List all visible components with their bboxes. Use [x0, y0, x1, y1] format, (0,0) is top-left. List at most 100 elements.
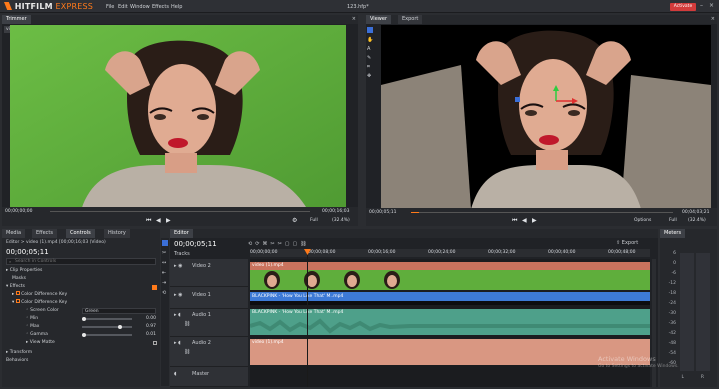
visibility-icon[interactable]: ▸ ◉ — [174, 292, 182, 298]
tracks-label: Tracks — [174, 251, 190, 257]
crop-tool-icon[interactable]: ⌗ — [367, 64, 370, 70]
menu-effects[interactable]: Effects — [152, 4, 169, 10]
visibility-icon[interactable]: ▸ ◉ — [174, 263, 182, 269]
ruler-tick: 00;00;08;00 — [308, 250, 336, 255]
min-slider[interactable] — [82, 318, 132, 320]
viewer-time-end: 00;04;03;21 — [682, 210, 710, 215]
trimmer-time-end: 00;00;16;03 — [322, 209, 350, 214]
gamma-label: ◦ Gamma — [26, 332, 48, 337]
max-value[interactable]: 0.97 — [146, 323, 156, 331]
screen-color-select[interactable]: Green — [82, 308, 156, 314]
slip-tool-icon[interactable]: ↔ — [162, 260, 166, 266]
select-tool-icon[interactable] — [367, 27, 373, 33]
effects-row[interactable]: ▾ Effects — [6, 283, 25, 291]
link-icon[interactable]: ⛓ — [184, 321, 190, 327]
rate-tool-icon[interactable]: ⟲ — [162, 290, 166, 296]
title-bar: HITFILM EXPRESS File Edit Window Effects… — [0, 0, 719, 13]
keyframe-icon[interactable] — [152, 285, 157, 290]
waveform-image — [250, 318, 650, 334]
frame-back-icon[interactable]: ◀ — [522, 217, 527, 224]
select-tool-icon[interactable] — [162, 240, 168, 246]
transform-row[interactable]: ▸ Transform — [6, 349, 32, 357]
tab-effects[interactable]: Effects — [32, 229, 57, 238]
meter-label: -12 — [668, 281, 676, 286]
max-slider[interactable] — [82, 326, 132, 328]
menu-edit[interactable]: Edit — [118, 4, 128, 10]
settings-icon[interactable]: ⚙ — [292, 217, 297, 224]
screen-color-label: ◦ Screen Color — [26, 308, 59, 313]
clip-properties-row[interactable]: ▸ Clip Properties — [6, 267, 42, 275]
editor-tabbar: Editor — [170, 229, 658, 238]
trimmer-scrubber[interactable] — [50, 211, 310, 212]
hand-tool-icon[interactable]: ✋ — [367, 37, 373, 43]
move-tool-icon[interactable]: ✥ — [367, 73, 371, 79]
trimmer-zoom[interactable]: Full — [310, 218, 318, 223]
meter-label: -18 — [668, 291, 676, 296]
trimmer-controls: ⏮ ◀ ▶ ⚙ Full (32.4%) — [2, 216, 358, 226]
meter-channel-l: L — [681, 375, 684, 380]
clip-video2[interactable]: video (1).mp4 — [250, 262, 650, 270]
play-icon[interactable]: ▶ — [166, 217, 171, 224]
search-input[interactable]: ⌕ Search in Controls — [6, 258, 156, 265]
color-diff-key-1[interactable]: ▸ Color Difference Key — [12, 291, 67, 299]
close-icon[interactable]: × — [709, 2, 714, 9]
panel-close-icon[interactable]: × — [352, 16, 356, 22]
min-slider-knob[interactable] — [82, 317, 86, 321]
tab-media[interactable]: Media — [2, 229, 26, 238]
editor-toolbar-icons[interactable]: ⟲⟳⌘✂✂▢▢⛓ — [248, 241, 310, 247]
menu-help[interactable]: Help — [171, 4, 182, 10]
color-diff-key-2[interactable]: ▾ Color Difference Key — [12, 299, 67, 307]
activate-button[interactable]: Activate — [670, 3, 696, 11]
link-icon[interactable]: ⛓ — [184, 349, 190, 355]
clip-video2-thumbs[interactable] — [250, 270, 650, 290]
meter-channel-r: R — [700, 375, 704, 380]
text-tool-icon[interactable]: A — [367, 46, 370, 52]
export-button[interactable]: ⇪ Export — [616, 240, 638, 246]
panel-close-icon[interactable]: × — [711, 16, 715, 22]
speaker-icon[interactable]: ◖ — [174, 371, 177, 377]
viewer-panel: Viewer Export × ✋ A ✎ ⌗ ✥ 00;00;05;11 00… — [366, 15, 717, 226]
menu-window[interactable]: Window — [130, 4, 150, 10]
step-back-icon[interactable]: ⏮ — [146, 217, 151, 225]
trimmer-zoom-pct: (32.4%) — [332, 218, 350, 223]
pen-tool-icon[interactable]: ✎ — [367, 55, 371, 61]
clip-audio1[interactable]: BLACKPINK - 'How You Like That' M..mp4 — [250, 309, 650, 317]
composited-image — [381, 25, 711, 209]
meter-bar-right — [696, 253, 710, 371]
gamma-slider-knob[interactable] — [82, 333, 86, 337]
slice-tool-icon[interactable]: ✂ — [162, 250, 166, 256]
track-header-video2: ▸ ◉ Video 2 — [170, 259, 248, 287]
tab-export[interactable]: Export — [398, 15, 423, 24]
breadcrumb: Editor > video (1).mp4 [00;00;16;03 (Vid… — [6, 240, 106, 245]
menu-file[interactable]: File — [106, 4, 114, 10]
viewer-scrubber[interactable] — [411, 212, 673, 213]
min-value[interactable]: 0.00 — [146, 315, 156, 323]
tab-trimmer[interactable]: Trimmer — [2, 15, 31, 24]
gamma-value[interactable]: 0.01 — [146, 331, 156, 339]
ripple-tool-icon[interactable]: ⇤ — [162, 270, 166, 276]
masks-row[interactable]: Masks — [12, 275, 26, 283]
view-matte-checkbox[interactable] — [153, 341, 157, 345]
tab-history[interactable]: History — [104, 229, 130, 238]
options-button[interactable]: Options — [634, 218, 651, 223]
frame-back-icon[interactable]: ◀ — [156, 217, 161, 224]
minimize-icon[interactable]: – — [700, 2, 703, 9]
speaker-icon[interactable]: ▸ ◖ — [174, 312, 181, 318]
viewer-video-frame — [381, 25, 711, 209]
tab-controls[interactable]: Controls — [66, 229, 95, 238]
max-slider-knob[interactable] — [118, 325, 122, 329]
play-icon[interactable]: ▶ — [532, 217, 537, 224]
tab-editor[interactable]: Editor — [170, 229, 193, 238]
viewer-zoom[interactable]: Full — [669, 218, 677, 223]
speaker-icon[interactable]: ▸ ◖ — [174, 340, 181, 346]
clip-video1[interactable]: BLACKPINK - 'How You Like That' M..mp4 — [250, 292, 650, 301]
clip-audio2[interactable]: video (1).mp4 — [250, 339, 650, 347]
tab-meters[interactable]: Meters — [660, 229, 686, 238]
gamma-slider[interactable] — [82, 334, 132, 336]
step-back-icon[interactable]: ⏮ — [512, 217, 517, 225]
roll-tool-icon[interactable]: ⇥ — [162, 280, 166, 286]
playhead[interactable] — [307, 249, 308, 387]
trimmer-tabbar: Trimmer × — [2, 15, 358, 24]
behaviors-row[interactable]: Behaviors — [6, 357, 28, 365]
tab-viewer[interactable]: Viewer — [366, 15, 391, 24]
